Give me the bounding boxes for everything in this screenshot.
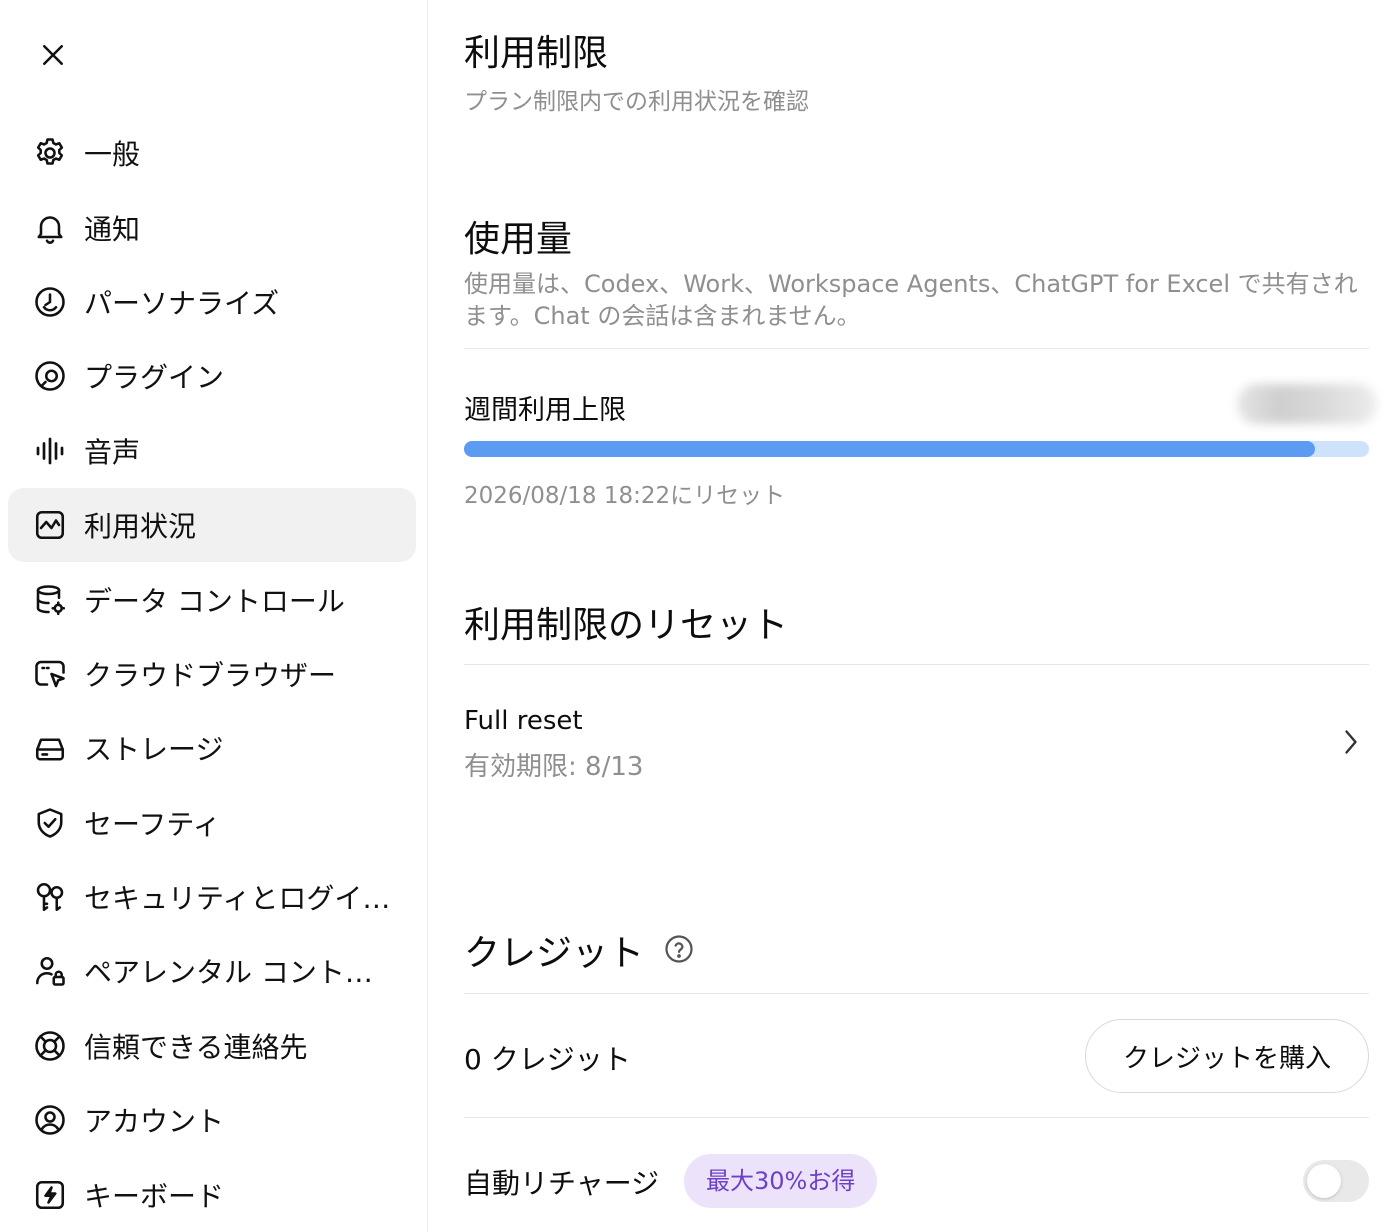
cloud-browser-icon (30, 654, 70, 694)
full-reset-open-button[interactable] (1333, 722, 1369, 762)
sidebar-item-security-login[interactable]: セキュリティとログイ… (8, 860, 416, 934)
buy-credits-button[interactable]: クレジットを購入 (1085, 1019, 1369, 1093)
sidebar-item-safety[interactable]: セーフティ (8, 786, 416, 860)
gear-icon (30, 133, 70, 173)
usage-heading: 使用量 (464, 219, 573, 260)
help-icon[interactable] (664, 934, 694, 964)
weekly-limit-progress-bar (464, 441, 1369, 457)
account-circle-icon (30, 1100, 70, 1140)
sidebar-item-label: プラグイン (84, 361, 225, 395)
lifebuoy-icon (30, 1026, 70, 1066)
close-icon (43, 45, 63, 65)
auto-recharge-label: 自動リチャージ (464, 1167, 660, 1200)
sidebar-item-keyboard[interactable]: キーボード (8, 1157, 416, 1231)
sidebar-item-label: ペアレンタル コント… (84, 956, 373, 990)
credits-balance: 0 クレジット (464, 1043, 631, 1076)
auto-recharge-toggle[interactable] (1303, 1160, 1369, 1202)
sidebar-item-storage[interactable]: ストレージ (8, 711, 416, 785)
close-button[interactable] (30, 32, 76, 78)
sidebar-item-label: クラウドブラウザー (84, 658, 337, 692)
sidebar-item-plugins[interactable]: プラグイン (8, 339, 416, 413)
divider (464, 993, 1369, 994)
usage-chart-icon (30, 505, 70, 545)
page-title: 利用制限 (464, 33, 609, 74)
toggle-knob (1307, 1164, 1341, 1198)
storage-drive-icon (30, 728, 70, 768)
personalize-icon (30, 282, 70, 322)
weekly-limit-reset-time: 2026/08/18 18:22にリセット (464, 483, 786, 509)
sidebar-item-label: 信頼できる連絡先 (84, 1030, 308, 1064)
sidebar-item-personalize[interactable]: パーソナライズ (8, 265, 416, 339)
chevron-right-icon (1345, 730, 1357, 754)
divider (464, 664, 1369, 665)
settings-nav: 一般 通知 パーソナライズ プラグイン 音声 利用状況 データ コントロール ク… (8, 116, 416, 1232)
sidebar-item-parental-controls[interactable]: ペアレンタル コント… (8, 934, 416, 1008)
database-gear-icon (30, 580, 70, 620)
sidebar-item-label: アカウント (84, 1105, 225, 1139)
sidebar-item-label: 音声 (84, 435, 141, 469)
page-subtitle: プラン制限内での利用状況を確認 (464, 89, 809, 115)
divider (464, 1117, 1369, 1118)
sidebar-item-general[interactable]: 一般 (8, 116, 416, 190)
full-reset-expiry: 有効期限: 8/13 (464, 752, 644, 782)
usage-panel: 利用制限 プラン制限内での利用状況を確認 使用量 使用量は、Codex、Work… (464, 0, 1377, 1232)
audio-wave-icon (30, 431, 70, 471)
sidebar-item-account[interactable]: アカウント (8, 1083, 416, 1157)
sidebar-item-notifications[interactable]: 通知 (8, 190, 416, 264)
plugin-icon (30, 356, 70, 396)
divider (464, 348, 1369, 349)
reset-heading: 利用制限のリセット (464, 605, 789, 646)
sidebar-item-label: 利用状況 (84, 510, 197, 544)
settings-sidebar: 一般 通知 パーソナライズ プラグイン 音声 利用状況 データ コントロール ク… (0, 0, 428, 1232)
weekly-limit-value-redacted (1237, 384, 1377, 424)
sidebar-item-usage[interactable]: 利用状況 (8, 487, 416, 563)
weekly-limit-label: 週間利用上限 (464, 395, 626, 426)
sidebar-item-label: データ コントロール (84, 584, 345, 618)
bell-icon (30, 208, 70, 248)
sidebar-item-cloud-browser[interactable]: クラウドブラウザー (8, 637, 416, 711)
shield-check-icon (30, 803, 70, 843)
sidebar-item-label: セキュリティとログイ… (84, 882, 391, 916)
sidebar-item-label: セーフティ (84, 807, 221, 841)
sidebar-item-label: パーソナライズ (84, 286, 280, 320)
sidebar-item-data-controls[interactable]: データ コントロール (8, 562, 416, 636)
sidebar-item-audio[interactable]: 音声 (8, 414, 416, 488)
usage-description: 使用量は、Codex、Work、Workspace Agents、ChatGPT… (464, 270, 1358, 330)
keyboard-bolt-icon (30, 1175, 70, 1215)
parental-user-lock-icon (30, 951, 70, 991)
sidebar-item-label: 一般 (84, 138, 141, 172)
sidebar-item-label: 通知 (84, 212, 141, 246)
keys-icon (30, 877, 70, 917)
sidebar-item-label: キーボード (84, 1179, 225, 1213)
sidebar-item-trusted-contacts[interactable]: 信頼できる連絡先 (8, 1009, 416, 1083)
weekly-limit-progress-fill (464, 441, 1315, 457)
full-reset-title[interactable]: Full reset (464, 706, 583, 736)
discount-badge: 最大30%お得 (684, 1154, 878, 1208)
sidebar-item-label: ストレージ (84, 733, 224, 767)
credits-heading: クレジット (464, 933, 645, 974)
